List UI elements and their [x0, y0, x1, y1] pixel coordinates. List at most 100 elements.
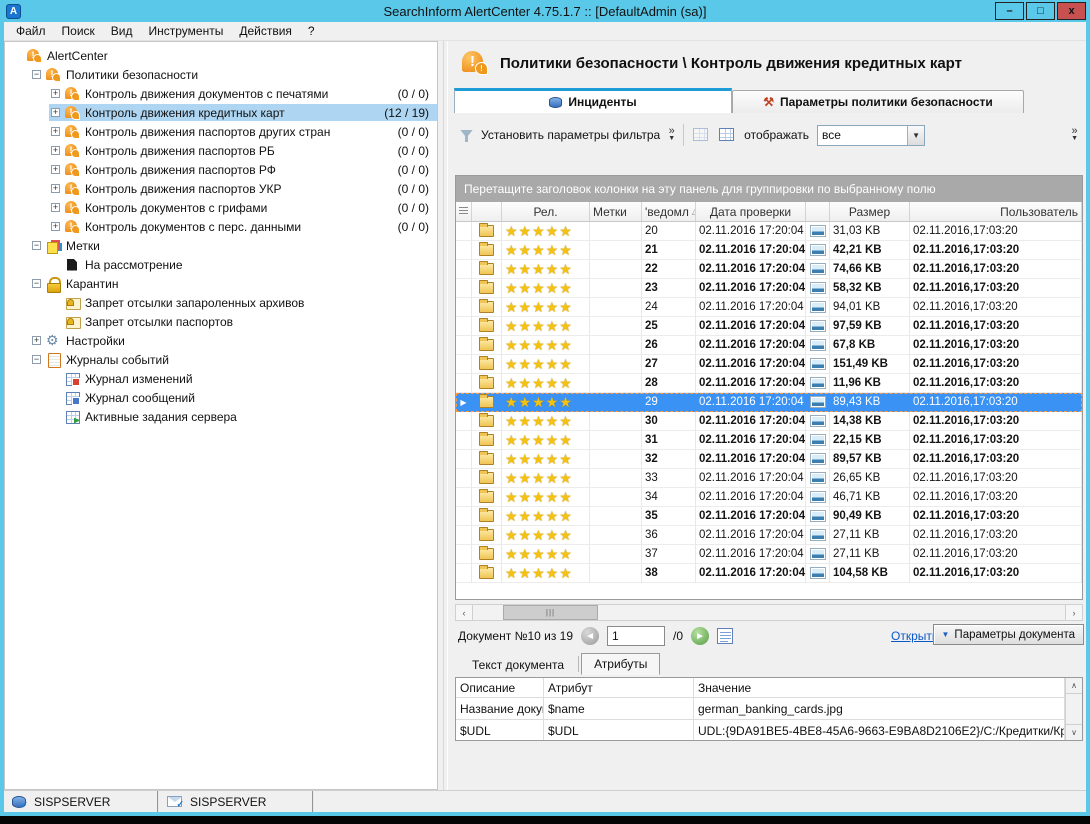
- tree-node[interactable]: + Контроль движения документов с печатями…: [5, 84, 437, 103]
- col-user[interactable]: Пользователь: [910, 202, 1082, 221]
- toolbar-overflow-chevron[interactable]: » ▼: [1071, 126, 1078, 143]
- tree-node[interactable]: + Контроль движения паспортов РФ (0 / 0): [5, 160, 437, 179]
- tree-node[interactable]: + Контроль движения кредитных карт (12 / 1…: [5, 103, 437, 122]
- table-row[interactable]: ★★★★★ 36 02.11.2016 17:20:04 27,11 KB 02.11.…: [456, 526, 1082, 545]
- table-row[interactable]: ★★★★★ 24 02.11.2016 17:20:04 94,01 KB 02.11.…: [456, 298, 1082, 317]
- col-size[interactable]: Размер: [830, 202, 910, 221]
- menu-item-Инструменты[interactable]: Инструменты: [141, 23, 232, 39]
- table-row[interactable]: ★★★★★ 35 02.11.2016 17:20:04 90,49 KB 02.11.…: [456, 507, 1082, 526]
- tree-node[interactable]: − Карантин: [5, 274, 437, 293]
- table-row[interactable]: ★★★★★ 31 02.11.2016 17:20:04 22,15 KB 02.11.…: [456, 431, 1082, 450]
- filter-button[interactable]: Установить параметры фильтра: [481, 128, 660, 142]
- table-row[interactable]: ★★★★★ 28 02.11.2016 17:20:04 11,96 KB 02.11.…: [456, 374, 1082, 393]
- tree-node[interactable]: + Контроль документов с грифами (0 / 0): [5, 198, 437, 217]
- tab-document-text[interactable]: Текст документа: [460, 655, 576, 675]
- tree-node[interactable]: На рассмотрение: [5, 255, 437, 274]
- tree-expand-toggle[interactable]: +: [51, 127, 60, 136]
- tree-expand-toggle[interactable]: +: [51, 184, 60, 193]
- prev-page-button[interactable]: ◄: [581, 627, 600, 645]
- tree-node[interactable]: AlertCenter: [5, 46, 437, 65]
- menu-item-Поиск[interactable]: Поиск: [54, 23, 103, 39]
- close-button[interactable]: x: [1057, 2, 1086, 20]
- menu-item-Действия[interactable]: Действия: [231, 23, 300, 39]
- document-params-button[interactable]: ▼ Параметры документа: [932, 624, 1084, 645]
- tab-policy-params[interactable]: ⚒ Параметры политики безопасности: [732, 90, 1024, 113]
- col-labels[interactable]: Метки: [590, 202, 642, 221]
- document-view-icon[interactable]: [717, 628, 734, 644]
- tree-node[interactable]: + Контроль документов с перс. данными (0 /…: [5, 217, 437, 236]
- col-folder[interactable]: [472, 202, 502, 221]
- minimize-button[interactable]: –: [995, 2, 1024, 20]
- table-row[interactable]: ★★★★★ 21 02.11.2016 17:20:04 42,21 KB 02.11.…: [456, 241, 1082, 260]
- tree-node[interactable]: − Политики безопасности: [5, 65, 437, 84]
- tree-expand-toggle[interactable]: +: [51, 203, 60, 212]
- col-relevance[interactable]: Рел.: [502, 202, 590, 221]
- next-page-button[interactable]: ►: [691, 627, 710, 645]
- tree-node[interactable]: + Контроль движения паспортов УКР (0 / 0): [5, 179, 437, 198]
- tree-expand-toggle[interactable]: +: [51, 146, 60, 155]
- tree-node[interactable]: + Настройки: [5, 331, 437, 350]
- attr-col-header[interactable]: Значение: [694, 678, 1065, 698]
- maximize-button[interactable]: □: [1026, 2, 1055, 20]
- table-row[interactable]: ★★★★★ 32 02.11.2016 17:20:04 89,57 KB 02.11.…: [456, 450, 1082, 469]
- scroll-up-icon[interactable]: ∧: [1066, 678, 1082, 694]
- display-filter-select[interactable]: все ▼: [817, 124, 926, 146]
- col-notification[interactable]: 'ведомл△: [642, 202, 696, 221]
- menu-item-Файл[interactable]: Файл: [8, 23, 54, 39]
- table-row[interactable]: ★★★★★ 25 02.11.2016 17:20:04 97,59 KB 02.11.…: [456, 317, 1082, 336]
- table-row[interactable]: ▶ ★★★★★ 29 02.11.2016 17:20:04 89,43 KB 02.11…: [456, 393, 1082, 412]
- table-row[interactable]: ★★★★★ 20 02.11.2016 17:20:04 31,03 KB 02.11.…: [456, 222, 1082, 241]
- tree-node[interactable]: − Метки: [5, 236, 437, 255]
- tree-node[interactable]: + Контроль движения паспортов РБ (0 / 0): [5, 141, 437, 160]
- grid-hscrollbar[interactable]: ‹ ||| ›: [455, 604, 1083, 621]
- combo-arrow-icon[interactable]: ▼: [907, 125, 925, 145]
- attr-row[interactable]: $UDL $UDL UDL:{9DA91BE5-4BE8-45A6-9663-E9B…: [456, 720, 1065, 740]
- table-view-icon[interactable]: [718, 127, 736, 143]
- table-row[interactable]: ★★★★★ 26 02.11.2016 17:20:04 67,8 KB 02.11.2…: [456, 336, 1082, 355]
- grid-customize-header[interactable]: [456, 202, 472, 221]
- tree-expand-toggle[interactable]: +: [51, 89, 60, 98]
- table-row[interactable]: ★★★★★ 33 02.11.2016 17:20:04 26,65 KB 02.11.…: [456, 469, 1082, 488]
- table-row[interactable]: ★★★★★ 34 02.11.2016 17:20:04 46,71 KB 02.11.…: [456, 488, 1082, 507]
- tree-node[interactable]: Запрет отсылки запароленных архивов: [5, 293, 437, 312]
- scroll-left-icon[interactable]: ‹: [456, 605, 473, 620]
- tree-node[interactable]: Журнал сообщений: [5, 388, 437, 407]
- tree-expand-toggle[interactable]: −: [32, 70, 41, 79]
- scroll-down-icon[interactable]: ∨: [1066, 724, 1082, 740]
- table-row[interactable]: ★★★★★ 23 02.11.2016 17:20:04 58,32 KB 02.11.…: [456, 279, 1082, 298]
- table-row[interactable]: ★★★★★ 30 02.11.2016 17:20:04 14,38 KB 02.11.…: [456, 412, 1082, 431]
- tree-expand-toggle[interactable]: +: [32, 336, 41, 345]
- tree-node[interactable]: Журнал изменений: [5, 369, 437, 388]
- tree-node[interactable]: − Журналы событий: [5, 350, 437, 369]
- attr-col-header[interactable]: Атрибут: [544, 678, 694, 698]
- panel-splitter[interactable]: [438, 41, 452, 790]
- tree-node[interactable]: Активные задания сервера: [5, 407, 437, 426]
- tree-expand-toggle[interactable]: −: [32, 241, 41, 250]
- attr-row[interactable]: Название документа$namegerman_banking_ca…: [456, 698, 1065, 720]
- tree-expand-toggle[interactable]: −: [32, 279, 41, 288]
- tree-node[interactable]: + Контроль движения паспортов других стра…: [5, 122, 437, 141]
- col-check-date[interactable]: Дата проверки: [696, 202, 806, 221]
- tree-expand-toggle[interactable]: +: [51, 222, 60, 231]
- hscroll-thumb[interactable]: |||: [503, 605, 598, 620]
- tree-node[interactable]: Запрет отсылки паспортов: [5, 312, 437, 331]
- tab-incidents[interactable]: Инциденты: [454, 88, 732, 113]
- tab-attributes[interactable]: Атрибуты: [581, 653, 661, 675]
- tree-expand-toggle[interactable]: −: [32, 355, 41, 364]
- table-row[interactable]: ★★★★★ 37 02.11.2016 17:20:04 27,11 KB 02.11.…: [456, 545, 1082, 564]
- table-row[interactable]: ★★★★★ 22 02.11.2016 17:20:04 74,66 KB 02.11.…: [456, 260, 1082, 279]
- menu-item-Вид[interactable]: Вид: [103, 23, 141, 39]
- tree-expand-toggle[interactable]: +: [51, 108, 60, 117]
- group-by-panel[interactable]: Перетащите заголовок колонки на эту пане…: [456, 176, 1082, 202]
- tree-expand-toggle[interactable]: +: [51, 165, 60, 174]
- menu-item-?[interactable]: ?: [300, 23, 323, 39]
- scroll-right-icon[interactable]: ›: [1065, 605, 1082, 620]
- cell-notification: 23: [642, 279, 696, 298]
- col-doc-type[interactable]: [806, 202, 830, 221]
- table-row[interactable]: ★★★★★ 27 02.11.2016 17:20:04 151,49 KB 02.11…: [456, 355, 1082, 374]
- attributes-vscrollbar[interactable]: ∧ ∨: [1065, 678, 1082, 740]
- table-row[interactable]: ★★★★★ 38 02.11.2016 17:20:04 104,58 KB 02.11…: [456, 564, 1082, 583]
- attr-col-header[interactable]: Описание: [456, 678, 544, 698]
- page-number-input[interactable]: 1: [607, 626, 666, 646]
- filter-chevron[interactable]: » ▼: [668, 126, 675, 143]
